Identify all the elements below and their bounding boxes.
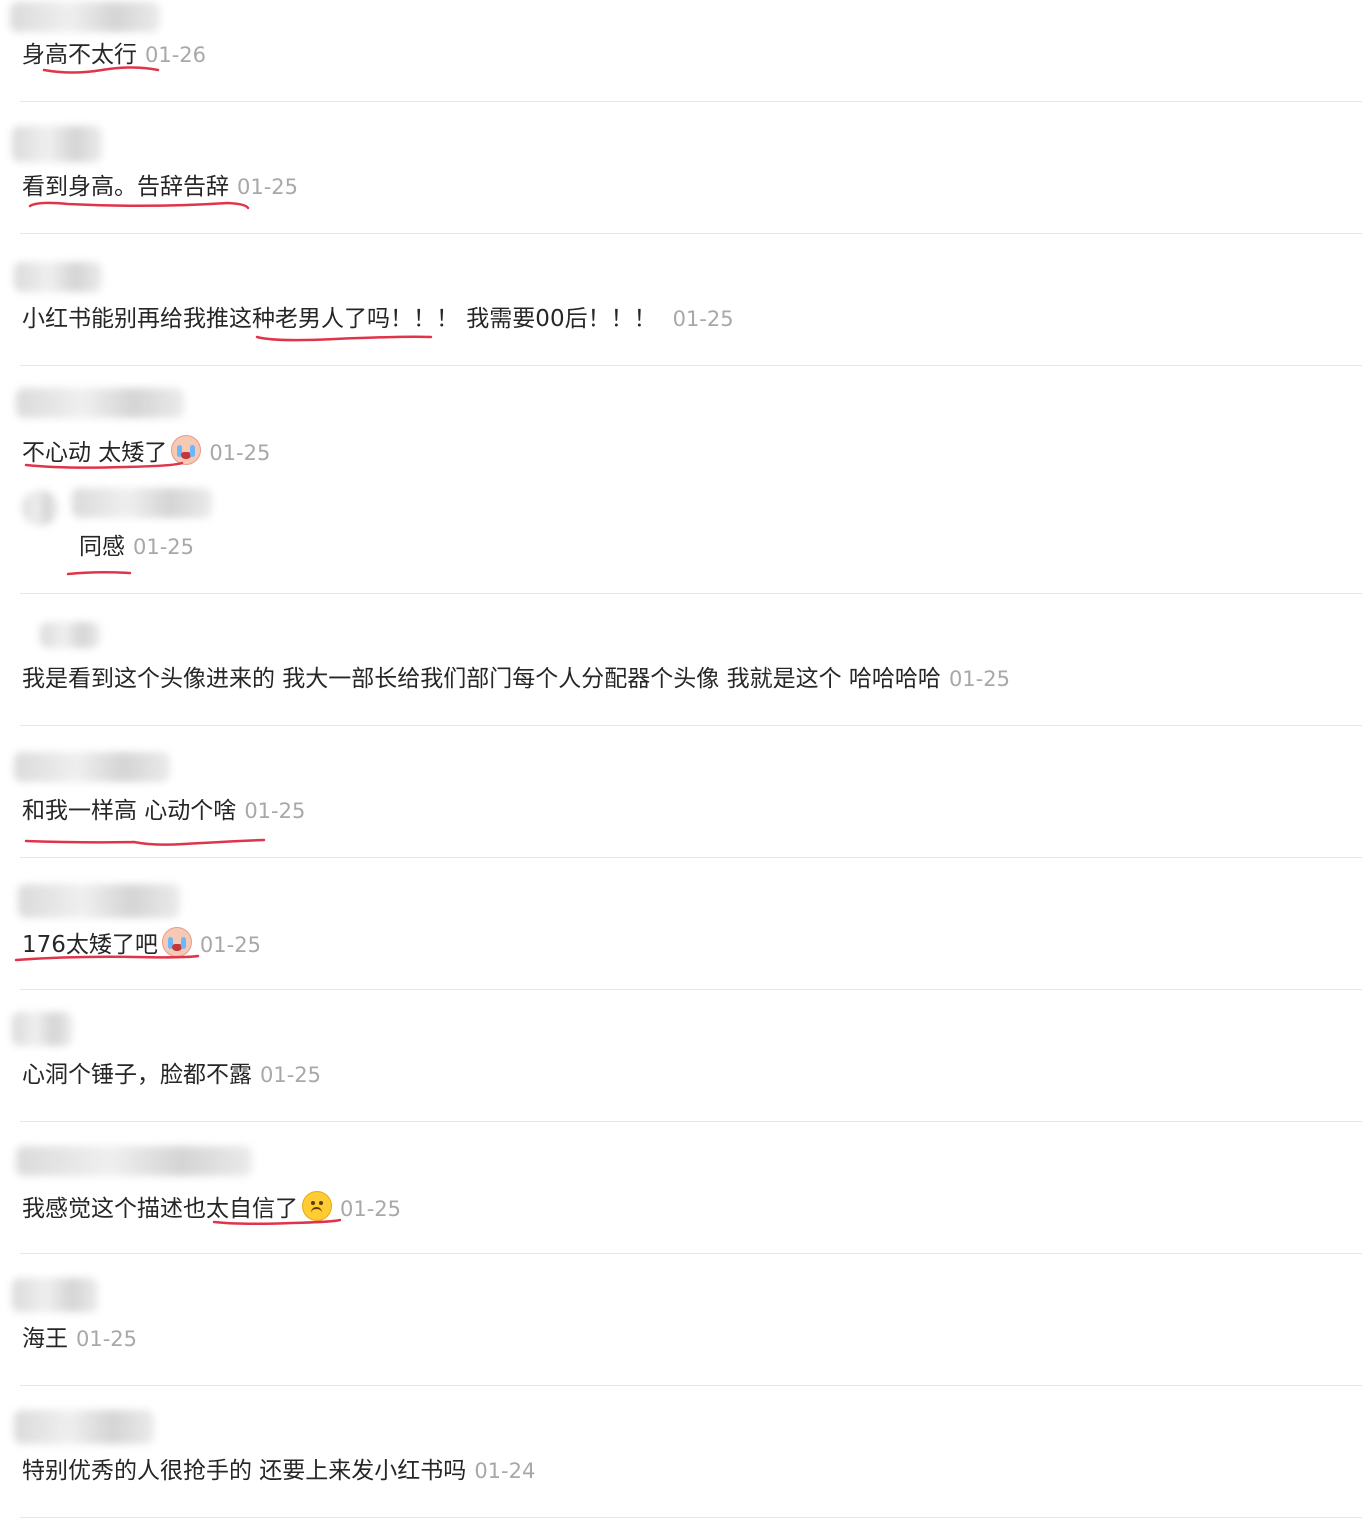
red-underline [14, 954, 200, 962]
comment-text: 特别优秀的人很抢手的 还要上来发小红书吗 [22, 1458, 467, 1484]
comment-text: 我是看到这个头像进来的 我大一部长给我们部门每个人分配器个头像 我就是这个 哈哈… [22, 666, 941, 692]
username-blurred [40, 622, 100, 648]
comment-date: 01-25 [948, 667, 1010, 691]
comment-item[interactable]: 不心动 太矮了 01-25 同感 01-25 [0, 366, 1362, 594]
red-underline [255, 333, 433, 342]
comment-item[interactable]: 海王 01-25 [0, 1254, 1362, 1386]
comment-text-line: 我是看到这个头像进来的 我大一部长给我们部门每个人分配器个头像 我就是这个 哈哈… [22, 663, 1010, 695]
comment-text-line: 和我一样高 心动个啥 01-25 [22, 795, 305, 827]
reply-username-blurred [72, 488, 212, 518]
red-underline [28, 200, 250, 210]
username-blurred [14, 752, 170, 782]
divider [20, 1517, 1362, 1518]
reply-text: 同感 [79, 534, 125, 560]
comment-date: 01-25 [209, 441, 271, 465]
reply-text-line: 同感 01-25 [79, 531, 194, 563]
comment-item[interactable]: 和我一样高 心动个啥 01-25 [0, 726, 1362, 858]
comment-date: 01-25 [76, 1327, 138, 1351]
comment-item[interactable]: 看到身高。告辞告辞 01-25 [0, 102, 1362, 234]
username-blurred [12, 1278, 98, 1312]
comment-text: 小红书能别再给我推这种老男人了吗！！！ 我需要00后！！！ [22, 306, 657, 332]
reply-date: 01-25 [133, 535, 195, 559]
comment-text: 看到身高。告辞告辞 [22, 174, 229, 200]
username-blurred [14, 1410, 154, 1444]
comment-text: 和我一样高 心动个啥 [22, 798, 237, 824]
red-underline [212, 1218, 342, 1226]
reply-avatar-blurred [22, 490, 58, 526]
comment-item[interactable]: 小红书能别再给我推这种老男人了吗！！！ 我需要00后！！！ 01-25 [0, 234, 1362, 366]
comment-item[interactable]: 身高不太行 01-26 [0, 0, 1362, 102]
comment-date: 01-25 [199, 933, 261, 957]
username-blurred [10, 2, 160, 32]
comment-text: 心洞个锤子，脸都不露 [22, 1062, 252, 1088]
red-underline [42, 66, 160, 74]
comment-date: 01-25 [237, 175, 299, 199]
comment-text-line: 特别优秀的人很抢手的 还要上来发小红书吗 01-24 [22, 1455, 535, 1487]
username-blurred [12, 1012, 72, 1046]
comment-text: 海王 [22, 1326, 68, 1352]
comment-date: 01-26 [145, 43, 207, 67]
comment-item[interactable]: 特别优秀的人很抢手的 还要上来发小红书吗 01-24 [0, 1386, 1362, 1518]
comment-text: 身高不太行 [22, 42, 137, 68]
comment-item[interactable]: 我是看到这个头像进来的 我大一部长给我们部门每个人分配器个头像 我就是这个 哈哈… [0, 594, 1362, 726]
comment-item[interactable]: 心洞个锤子，脸都不露 01-25 [0, 990, 1362, 1122]
comment-date: 01-24 [474, 1459, 536, 1483]
red-underline [24, 838, 266, 846]
username-blurred [18, 884, 180, 918]
comment-date: 01-25 [672, 307, 734, 331]
comment-text-line: 心洞个锤子，脸都不露 01-25 [22, 1059, 321, 1091]
loudly-crying-face-icon [161, 927, 192, 957]
comment-date: 01-25 [260, 1063, 322, 1087]
username-blurred [16, 1146, 252, 1176]
comment-text-line: 小红书能别再给我推这种老男人了吗！！！ 我需要00后！！！ 01-25 [22, 303, 734, 335]
comment-text-line: 海王 01-25 [22, 1323, 137, 1355]
comment-date: 01-25 [340, 1197, 402, 1221]
red-underline [24, 461, 184, 469]
comment-item[interactable]: 176太矮了吧 01-25 [0, 858, 1362, 990]
username-blurred [16, 388, 184, 418]
comment-date: 01-25 [244, 799, 306, 823]
comment-text-line: 看到身高。告辞告辞 01-25 [22, 171, 298, 203]
upside-down-face-icon [302, 1191, 332, 1221]
comment-item[interactable]: 我感觉这个描述也太自信了 01-25 [0, 1122, 1362, 1254]
red-underline [66, 569, 132, 577]
username-blurred [12, 126, 102, 162]
username-blurred [14, 262, 102, 292]
